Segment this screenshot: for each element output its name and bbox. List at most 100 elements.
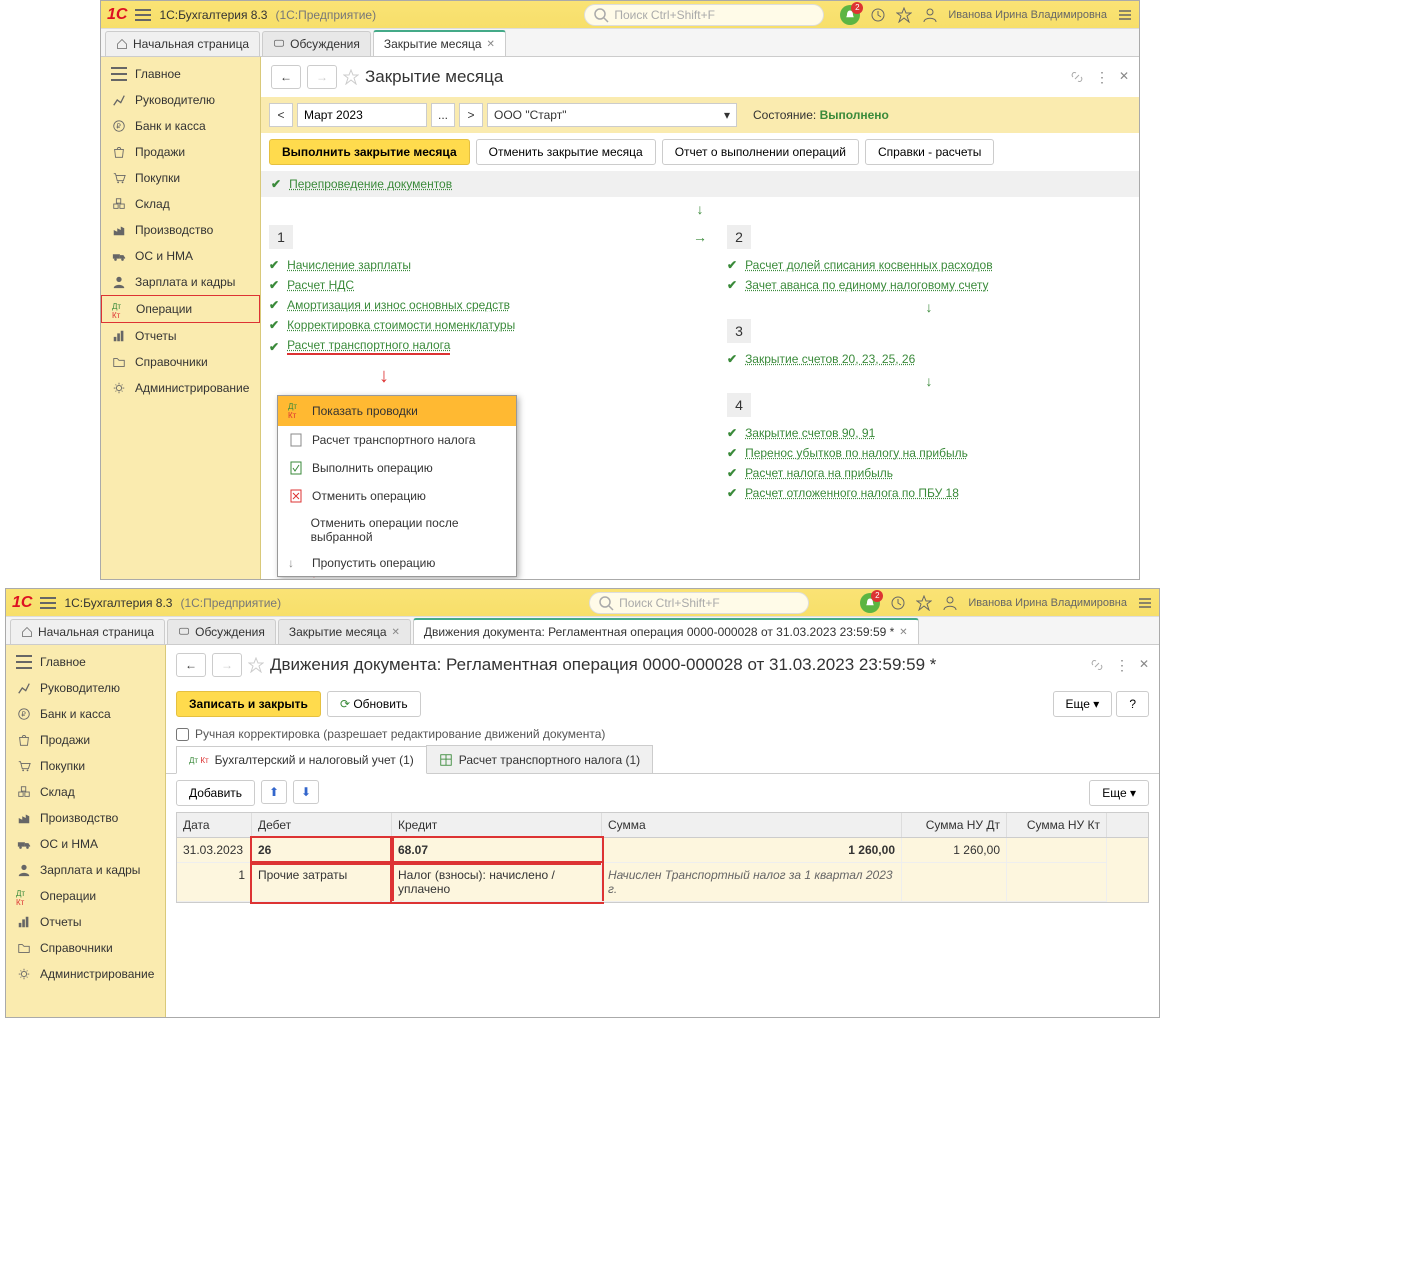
col-date[interactable]: Дата — [177, 813, 252, 837]
table-row[interactable]: 31.03.2023 26 68.07 1 260,00 1 260,00 — [177, 838, 1148, 863]
tab-home[interactable]: Начальная страница — [10, 619, 165, 644]
sidebar-item-warehouse[interactable]: Склад — [101, 191, 260, 217]
sidebar-item-reports[interactable]: Отчеты — [6, 909, 165, 935]
history-icon[interactable] — [890, 595, 906, 611]
close-icon[interactable]: ✕ — [899, 627, 907, 638]
star-icon[interactable] — [248, 657, 264, 673]
save-close-button[interactable]: Записать и закрыть — [176, 691, 321, 717]
sidebar-item-warehouse[interactable]: Склад — [6, 779, 165, 805]
sidebar-item-purchases[interactable]: Покупки — [6, 753, 165, 779]
sidebar-item-sales[interactable]: Продажи — [6, 727, 165, 753]
menu-icon[interactable] — [135, 9, 151, 21]
cm-cancel-op[interactable]: Отменить операцию — [278, 482, 516, 510]
sidebar-item-catalogs[interactable]: Справочники — [6, 935, 165, 961]
op-vat[interactable]: Расчет НДС — [287, 278, 354, 292]
tab-month-close[interactable]: Закрытие месяца✕ — [278, 619, 411, 644]
sidebar-item-assets[interactable]: ОС и НМА — [6, 831, 165, 857]
bell-badge-icon[interactable] — [840, 5, 860, 25]
cm-show-entries[interactable]: ДтКтПоказать проводки — [278, 396, 516, 426]
col-debet[interactable]: Дебет — [252, 813, 392, 837]
op-indirect[interactable]: Расчет долей списания косвенных расходов — [745, 258, 993, 272]
sidebar-item-payroll[interactable]: Зарплата и кадры — [101, 269, 260, 295]
forward-button[interactable]: → — [307, 65, 337, 89]
more-button-2[interactable]: Еще ▾ — [1089, 780, 1149, 806]
bell-badge-icon[interactable] — [860, 593, 880, 613]
cm-skip[interactable]: ↓Пропустить операцию — [278, 550, 516, 576]
op-cost[interactable]: Корректировка стоимости номенклатуры — [287, 318, 515, 332]
col-kredit[interactable]: Кредит — [392, 813, 602, 837]
menu-icon[interactable] — [40, 597, 56, 609]
sidebar-item-admin[interactable]: Администрирование — [6, 961, 165, 987]
op-profit-tax[interactable]: Расчет налога на прибыль — [745, 466, 893, 480]
back-button[interactable]: ← — [271, 65, 301, 89]
more-button[interactable]: Еще ▾ — [1053, 691, 1113, 717]
sidebar-item-bank[interactable]: ₽Банк и касса — [6, 701, 165, 727]
inner-tab-accounting[interactable]: Дт КтБухгалтерский и налоговый учет (1) — [176, 746, 427, 774]
ref-button[interactable]: Справки - расчеты — [865, 139, 994, 165]
org-select[interactable]: ООО "Старт"▾ — [487, 103, 737, 127]
search-input[interactable]: Поиск Ctrl+Shift+F — [584, 4, 824, 26]
period-input[interactable] — [297, 103, 427, 127]
tab-discuss[interactable]: Обсуждения — [167, 619, 276, 644]
cm-calc-tax[interactable]: Расчет транспортного налога — [278, 426, 516, 454]
tab-home[interactable]: Начальная страница — [105, 31, 260, 56]
close-icon[interactable]: ✕ — [1119, 69, 1129, 86]
sidebar-item-bank[interactable]: ₽Банк и касса — [101, 113, 260, 139]
kebab-icon[interactable]: ⋮ — [1095, 69, 1109, 86]
add-row-button[interactable]: Добавить — [176, 780, 255, 806]
link-icon[interactable] — [1069, 69, 1085, 85]
kebab-icon[interactable]: ⋮ — [1115, 657, 1129, 674]
sidebar-item-operations[interactable]: ДтКтОперации — [101, 295, 260, 323]
op-close-90[interactable]: Закрытие счетов 90, 91 — [745, 426, 875, 440]
sidebar-item-catalogs[interactable]: Справочники — [101, 349, 260, 375]
sidebar-item-sales[interactable]: Продажи — [101, 139, 260, 165]
sidebar-item-operations[interactable]: ДтКтОперации — [6, 883, 165, 909]
sidebar-item-production[interactable]: Производство — [6, 805, 165, 831]
sidebar-item-purchases[interactable]: Покупки — [101, 165, 260, 191]
cancel-close-button[interactable]: Отменить закрытие месяца — [476, 139, 656, 165]
tab-doc-movements[interactable]: Движения документа: Регламентная операци… — [413, 618, 919, 644]
sidebar-item-assets[interactable]: ОС и НМА — [101, 243, 260, 269]
op-close-20[interactable]: Закрытие счетов 20, 23, 25, 26 — [745, 352, 915, 366]
back-button[interactable]: ← — [176, 653, 206, 677]
op-transport-tax[interactable]: Расчет транспортного налога — [287, 338, 450, 355]
report-button[interactable]: Отчет о выполнении операций — [662, 139, 859, 165]
settings-icon[interactable] — [1117, 7, 1133, 23]
sidebar-item-main[interactable]: Главное — [101, 61, 260, 87]
period-picker-button[interactable]: ... — [431, 103, 455, 127]
col-nud[interactable]: Сумма НУ Дт — [902, 813, 1007, 837]
sidebar-item-manager[interactable]: Руководителю — [101, 87, 260, 113]
op-loss[interactable]: Перенос убытков по налогу на прибыль — [745, 446, 968, 460]
sidebar-item-manager[interactable]: Руководителю — [6, 675, 165, 701]
inner-tab-tax[interactable]: Расчет транспортного налога (1) — [426, 745, 653, 773]
tab-month-close[interactable]: Закрытие месяца ✕ — [373, 30, 506, 56]
close-icon[interactable]: ✕ — [487, 39, 495, 50]
op-deferred[interactable]: Расчет отложенного налога по ПБУ 18 — [745, 486, 959, 500]
user-name[interactable]: Иванова Ирина Владимировна — [968, 597, 1127, 609]
move-down-button[interactable]: ⬇ — [293, 780, 319, 804]
settings-icon[interactable] — [1137, 595, 1153, 611]
run-close-button[interactable]: Выполнить закрытие месяца — [269, 139, 470, 165]
forward-button[interactable]: → — [212, 653, 242, 677]
close-icon[interactable]: ✕ — [392, 627, 400, 638]
tab-discuss[interactable]: Обсуждения — [262, 31, 371, 56]
sidebar-item-production[interactable]: Производство — [101, 217, 260, 243]
star-icon[interactable] — [916, 595, 932, 611]
link-icon[interactable] — [1089, 657, 1105, 673]
history-icon[interactable] — [870, 7, 886, 23]
help-button[interactable]: ? — [1116, 691, 1149, 717]
prev-period-button[interactable]: < — [269, 103, 293, 127]
sidebar-item-payroll[interactable]: Зарплата и кадры — [6, 857, 165, 883]
close-icon[interactable]: ✕ — [1139, 657, 1149, 674]
user-name[interactable]: Иванова Ирина Владимировна — [948, 9, 1107, 21]
search-input[interactable]: Поиск Ctrl+Shift+F — [589, 592, 809, 614]
col-nuk[interactable]: Сумма НУ Кт — [1007, 813, 1107, 837]
manual-edit-checkbox[interactable] — [176, 728, 189, 741]
refresh-button[interactable]: ⟳ Обновить — [327, 691, 421, 717]
sidebar-item-admin[interactable]: Администрирование — [101, 375, 260, 401]
star-icon[interactable] — [343, 69, 359, 85]
sidebar-item-main[interactable]: Главное — [6, 649, 165, 675]
table-row[interactable]: 1 Прочие затраты Налог (взносы): начисле… — [177, 863, 1148, 902]
cm-run-op[interactable]: Выполнить операцию — [278, 454, 516, 482]
op-payroll[interactable]: Начисление зарплаты — [287, 258, 411, 272]
